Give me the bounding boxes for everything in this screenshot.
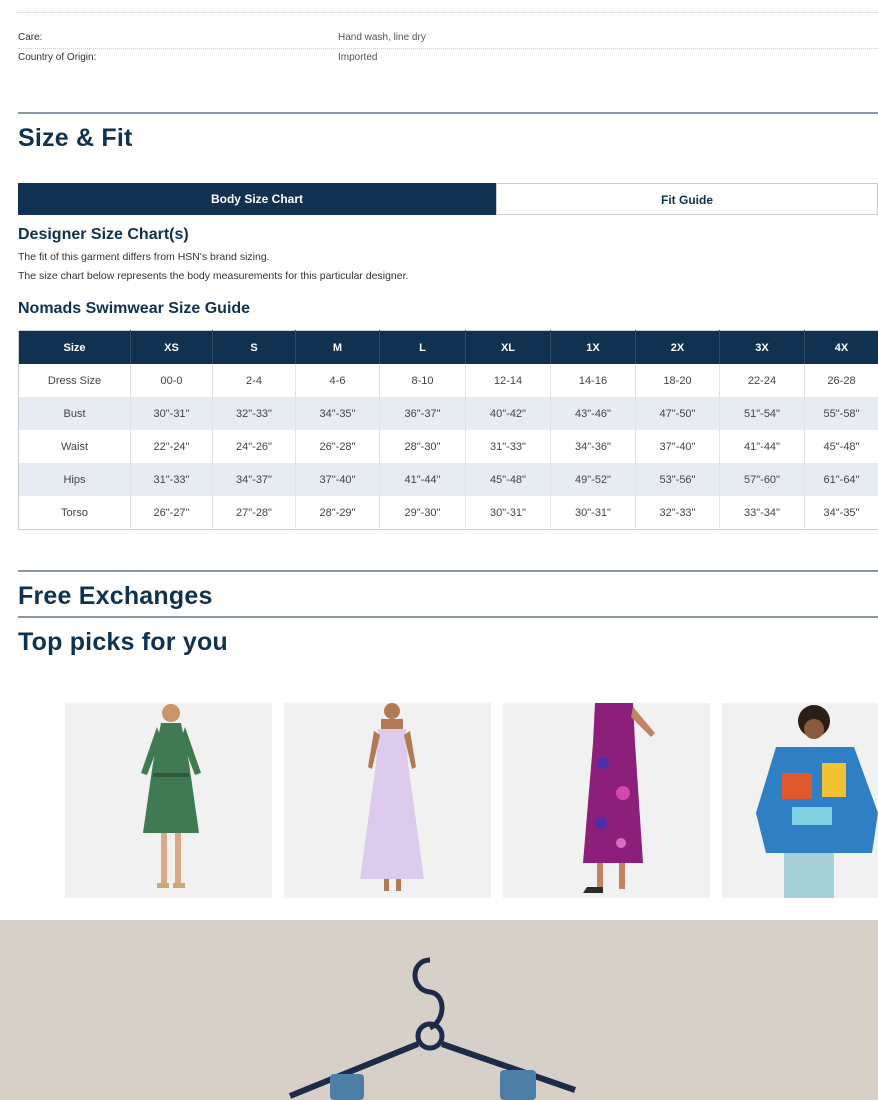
table-cell: 55"-58" <box>804 397 878 430</box>
header-cell: M <box>295 330 380 364</box>
table-cell: 34"-35" <box>295 397 380 430</box>
chart-note: The size chart below represents the body… <box>18 270 409 282</box>
table-row: Torso 26"-27" 27"-28" 28"-29" 29"-30" 30… <box>18 496 878 530</box>
details-row-cutoff <box>18 0 878 13</box>
size-guide-heading: Nomads Swimwear Size Guide <box>18 300 251 317</box>
table-cell: 28"-29" <box>295 496 380 530</box>
table-cell: 30"-31" <box>465 496 551 530</box>
hanger-image <box>0 920 878 1100</box>
table-header-row: Size XS S M L XL 1X 2X 3X 4X <box>18 330 878 364</box>
details-row-care: Care: Hand wash, line dry <box>18 28 878 49</box>
header-cell: 2X <box>635 330 720 364</box>
table-cell: 2-4 <box>212 364 296 397</box>
size-tabs: Body Size Chart Fit Guide <box>18 183 878 215</box>
table-cell: Torso <box>18 496 131 530</box>
table-row: Waist 22"-24" 24"-26" 26"-28" 28"-30" 31… <box>18 430 878 463</box>
product-card-magenta-dress[interactable] <box>503 703 710 898</box>
table-cell: 4-6 <box>295 364 380 397</box>
table-cell: Waist <box>18 430 131 463</box>
table-cell: 18-20 <box>635 364 720 397</box>
details-value: Imported <box>338 52 378 63</box>
tab-body-size-chart[interactable]: Body Size Chart <box>18 183 496 215</box>
table-cell: 43"-46" <box>550 397 636 430</box>
table-cell: 37"-40" <box>635 430 720 463</box>
table-cell: Bust <box>18 397 131 430</box>
header-cell: 4X <box>804 330 878 364</box>
header-cell: 1X <box>550 330 636 364</box>
designer-size-heading: Designer Size Chart(s) <box>18 226 189 243</box>
header-cell: XL <box>465 330 551 364</box>
free-exchanges-heading[interactable]: Free Exchanges <box>18 582 213 611</box>
fit-note: The fit of this garment differs from HSN… <box>18 251 270 263</box>
top-picks-carousel <box>65 703 878 898</box>
top-picks-heading: Top picks for you <box>18 628 228 656</box>
header-cell: L <box>379 330 466 364</box>
table-cell: 32"-33" <box>635 496 720 530</box>
product-card-green-dress[interactable] <box>65 703 272 898</box>
table-cell: 22"-24" <box>130 430 213 463</box>
table-cell: 24"-26" <box>212 430 296 463</box>
table-cell: 8-10 <box>379 364 466 397</box>
table-cell: 34"-35" <box>804 496 878 530</box>
review-photo-hanger <box>0 920 878 1100</box>
header-cell: S <box>212 330 296 364</box>
table-cell: 28"-30" <box>379 430 466 463</box>
table-cell: 37"-40" <box>295 463 380 496</box>
table-cell: 32"-33" <box>212 397 296 430</box>
product-card-lavender-dress[interactable] <box>284 703 491 898</box>
table-cell: 00-0 <box>130 364 213 397</box>
table-cell: 31"-33" <box>130 463 213 496</box>
details-key: Care: <box>18 32 43 43</box>
table-cell: 45"-48" <box>804 430 878 463</box>
table-cell: 61"-64" <box>804 463 878 496</box>
table-cell: 26-28 <box>804 364 878 397</box>
size-chart-table: Size XS S M L XL 1X 2X 3X 4X Dress Size … <box>18 330 878 530</box>
table-cell: 30"-31" <box>550 496 636 530</box>
table-cell: Dress Size <box>18 364 131 397</box>
table-cell: 45"-48" <box>465 463 551 496</box>
details-key: Country of Origin: <box>18 52 97 63</box>
table-cell: 36"-37" <box>379 397 466 430</box>
table-cell: 22-24 <box>719 364 805 397</box>
header-cell: 3X <box>719 330 805 364</box>
section-divider <box>18 112 878 114</box>
table-cell: 14-16 <box>550 364 636 397</box>
table-cell: 57"-60" <box>719 463 805 496</box>
table-cell: 27"-28" <box>212 496 296 530</box>
details-value: Hand wash, line dry <box>338 32 426 43</box>
table-cell: Hips <box>18 463 131 496</box>
size-fit-heading: Size & Fit <box>18 124 133 152</box>
table-cell: 33"-34" <box>719 496 805 530</box>
section-divider <box>18 616 878 618</box>
product-image <box>722 703 878 898</box>
table-cell: 26"-28" <box>295 430 380 463</box>
details-row-origin: Country of Origin: Imported <box>18 48 878 68</box>
table-row: Hips 31"-33" 34"-37" 37"-40" 41"-44" 45"… <box>18 463 878 496</box>
table-cell: 26"-27" <box>130 496 213 530</box>
header-cell: Size <box>18 330 131 364</box>
table-row: Bust 30"-31" 32"-33" 34"-35" 36"-37" 40"… <box>18 397 878 430</box>
section-divider <box>18 570 878 572</box>
table-cell: 53"-56" <box>635 463 720 496</box>
tab-fit-guide[interactable]: Fit Guide <box>496 183 878 215</box>
table-cell: 49"-52" <box>550 463 636 496</box>
table-cell: 12-14 <box>465 364 551 397</box>
table-cell: 34"-36" <box>550 430 636 463</box>
table-cell: 47"-50" <box>635 397 720 430</box>
table-cell: 31"-33" <box>465 430 551 463</box>
table-row: Dress Size 00-0 2-4 4-6 8-10 12-14 14-16… <box>18 364 878 397</box>
table-cell: 51"-54" <box>719 397 805 430</box>
table-cell: 30"-31" <box>130 397 213 430</box>
product-image <box>503 703 710 898</box>
product-image <box>65 703 272 898</box>
table-cell: 41"-44" <box>719 430 805 463</box>
header-cell: XS <box>130 330 213 364</box>
product-image <box>284 703 491 898</box>
table-cell: 40"-42" <box>465 397 551 430</box>
product-card-colorful-top[interactable] <box>722 703 878 898</box>
table-cell: 41"-44" <box>379 463 466 496</box>
table-cell: 29"-30" <box>379 496 466 530</box>
table-cell: 34"-37" <box>212 463 296 496</box>
